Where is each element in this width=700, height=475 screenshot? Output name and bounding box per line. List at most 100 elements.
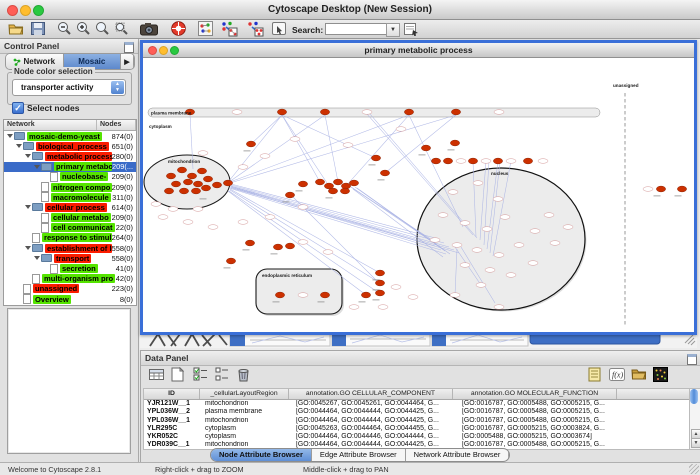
open-node[interactable] xyxy=(158,215,168,220)
tree-item-label[interactable]: cellular metabo xyxy=(51,213,111,222)
table-row[interactable]: YKR052Ccytoplasm[GO:0044464, GO:0044446,… xyxy=(144,433,689,441)
tree-item-label[interactable]: metabolic process xyxy=(45,152,112,161)
gene-node[interactable] xyxy=(212,182,221,188)
attribute-browser-icon[interactable] xyxy=(404,21,419,36)
gene-node[interactable] xyxy=(315,179,324,185)
gene-node[interactable] xyxy=(187,173,196,179)
tree-item-label[interactable]: cell communicat xyxy=(51,223,115,232)
open-node[interactable] xyxy=(448,190,458,195)
open-node[interactable] xyxy=(349,305,359,310)
gene-node[interactable] xyxy=(201,185,210,191)
zoom-selected-icon[interactable] xyxy=(114,21,129,36)
tree-row[interactable]: mosaic-demo-yeast874(0) xyxy=(4,131,136,141)
open-node[interactable] xyxy=(460,221,470,226)
open-node[interactable] xyxy=(472,248,482,253)
tree-item-label[interactable]: response to stimulu xyxy=(42,233,112,242)
open-node[interactable] xyxy=(450,293,460,298)
annotation-icon[interactable] xyxy=(272,21,287,36)
gene-node[interactable] xyxy=(273,244,282,250)
tab-node-attribute-browser[interactable]: Node Attribute Browser xyxy=(211,449,312,461)
float-panel-icon[interactable] xyxy=(124,42,134,53)
gene-node[interactable] xyxy=(193,181,202,187)
open-node[interactable] xyxy=(494,110,504,115)
gene-node[interactable] xyxy=(285,243,294,249)
open-node[interactable] xyxy=(260,154,270,159)
column-header[interactable]: _cellularLayoutRegion xyxy=(200,389,289,399)
open-node[interactable] xyxy=(438,213,448,218)
open-node[interactable] xyxy=(298,205,308,210)
gene-node[interactable] xyxy=(171,181,180,187)
save-icon[interactable] xyxy=(31,21,45,36)
gene-node[interactable] xyxy=(328,188,337,194)
open-node[interactable] xyxy=(482,227,492,232)
column-header[interactable]: ID xyxy=(144,389,200,399)
gene-node[interactable] xyxy=(246,141,255,147)
tab-edge-attribute-browser[interactable]: Edge Attribute Browser xyxy=(312,449,406,461)
tree-item-label[interactable]: biological_process xyxy=(36,142,109,151)
tree-row[interactable]: metabolic process280(0) xyxy=(4,151,136,161)
open-folder-icon[interactable] xyxy=(8,21,24,36)
gene-node[interactable] xyxy=(285,192,294,198)
formula-builder-icon[interactable]: f(x) xyxy=(609,367,624,382)
open-node[interactable] xyxy=(198,151,208,156)
zoom-fit-icon[interactable] xyxy=(95,21,110,36)
open-node[interactable] xyxy=(323,250,333,255)
table-row[interactable]: YPL036W__2plasma membrane[GO:0044464, GO… xyxy=(144,408,689,416)
gene-node[interactable] xyxy=(450,140,459,146)
gene-node[interactable] xyxy=(191,188,200,194)
open-node[interactable] xyxy=(493,197,503,202)
gene-node[interactable] xyxy=(203,176,212,182)
disclosure-triangle-icon[interactable] xyxy=(16,144,22,148)
open-node[interactable] xyxy=(290,137,300,142)
column-header[interactable]: annotation.GO CELLULAR_COMPONENT xyxy=(289,389,453,399)
gene-node[interactable] xyxy=(468,158,477,164)
zoom-in-icon[interactable] xyxy=(76,21,91,36)
gene-node[interactable] xyxy=(164,188,173,194)
select-attributes-icon[interactable] xyxy=(149,367,164,382)
open-node[interactable] xyxy=(494,305,504,310)
open-node[interactable] xyxy=(506,159,516,164)
gene-node[interactable] xyxy=(245,240,254,246)
open-node[interactable] xyxy=(544,213,554,218)
layout-icon[interactable] xyxy=(198,21,213,36)
open-node[interactable] xyxy=(265,215,275,220)
tree-row[interactable]: establishment of lo558(0) xyxy=(4,243,136,253)
open-node[interactable] xyxy=(168,207,178,212)
delete-attribute-trash-icon[interactable] xyxy=(237,367,252,382)
open-node[interactable] xyxy=(343,143,353,148)
open-node[interactable] xyxy=(481,159,491,164)
birds-eye-overview[interactable] xyxy=(7,308,131,454)
open-node[interactable] xyxy=(506,273,516,278)
tree-col-nodes[interactable]: Nodes xyxy=(97,120,136,130)
gene-node[interactable] xyxy=(493,158,502,164)
gene-node[interactable] xyxy=(375,270,384,276)
gene-node[interactable] xyxy=(375,290,384,296)
gene-node[interactable] xyxy=(656,186,665,192)
zoom-out-icon[interactable] xyxy=(57,21,72,36)
gene-node[interactable] xyxy=(223,180,232,186)
gene-node[interactable] xyxy=(320,292,329,298)
tree-row[interactable]: cellular metabo209(0) xyxy=(4,213,136,223)
open-node[interactable] xyxy=(538,159,548,164)
open-node[interactable] xyxy=(238,165,248,170)
open-node[interactable] xyxy=(238,220,248,225)
scrollbar-thumb[interactable] xyxy=(690,389,698,404)
gene-node[interactable] xyxy=(375,280,384,286)
open-node[interactable] xyxy=(408,295,418,300)
tree-item-label[interactable]: multi-organism pro xyxy=(42,274,115,283)
open-node[interactable] xyxy=(298,293,308,298)
gene-node[interactable] xyxy=(443,158,452,164)
open-node[interactable] xyxy=(563,225,573,230)
gene-node[interactable] xyxy=(333,179,342,185)
node-color-dropdown[interactable]: transporter activity ▲▼ xyxy=(12,79,126,96)
gene-node[interactable] xyxy=(275,292,284,298)
open-node[interactable] xyxy=(193,207,203,212)
column-header[interactable]: annotation.GO MOLECULAR_FUNCTION xyxy=(453,389,617,399)
open-node[interactable] xyxy=(456,159,466,164)
modify-network-a-icon[interactable] xyxy=(220,21,238,36)
open-node[interactable] xyxy=(151,202,161,207)
resize-grip[interactable] xyxy=(689,464,699,474)
tree-row[interactable]: cell communicat22(0) xyxy=(4,223,136,233)
tree-item-label[interactable]: nucleobase- xyxy=(60,172,108,181)
tree-item-label[interactable]: macromolecule xyxy=(51,193,111,202)
